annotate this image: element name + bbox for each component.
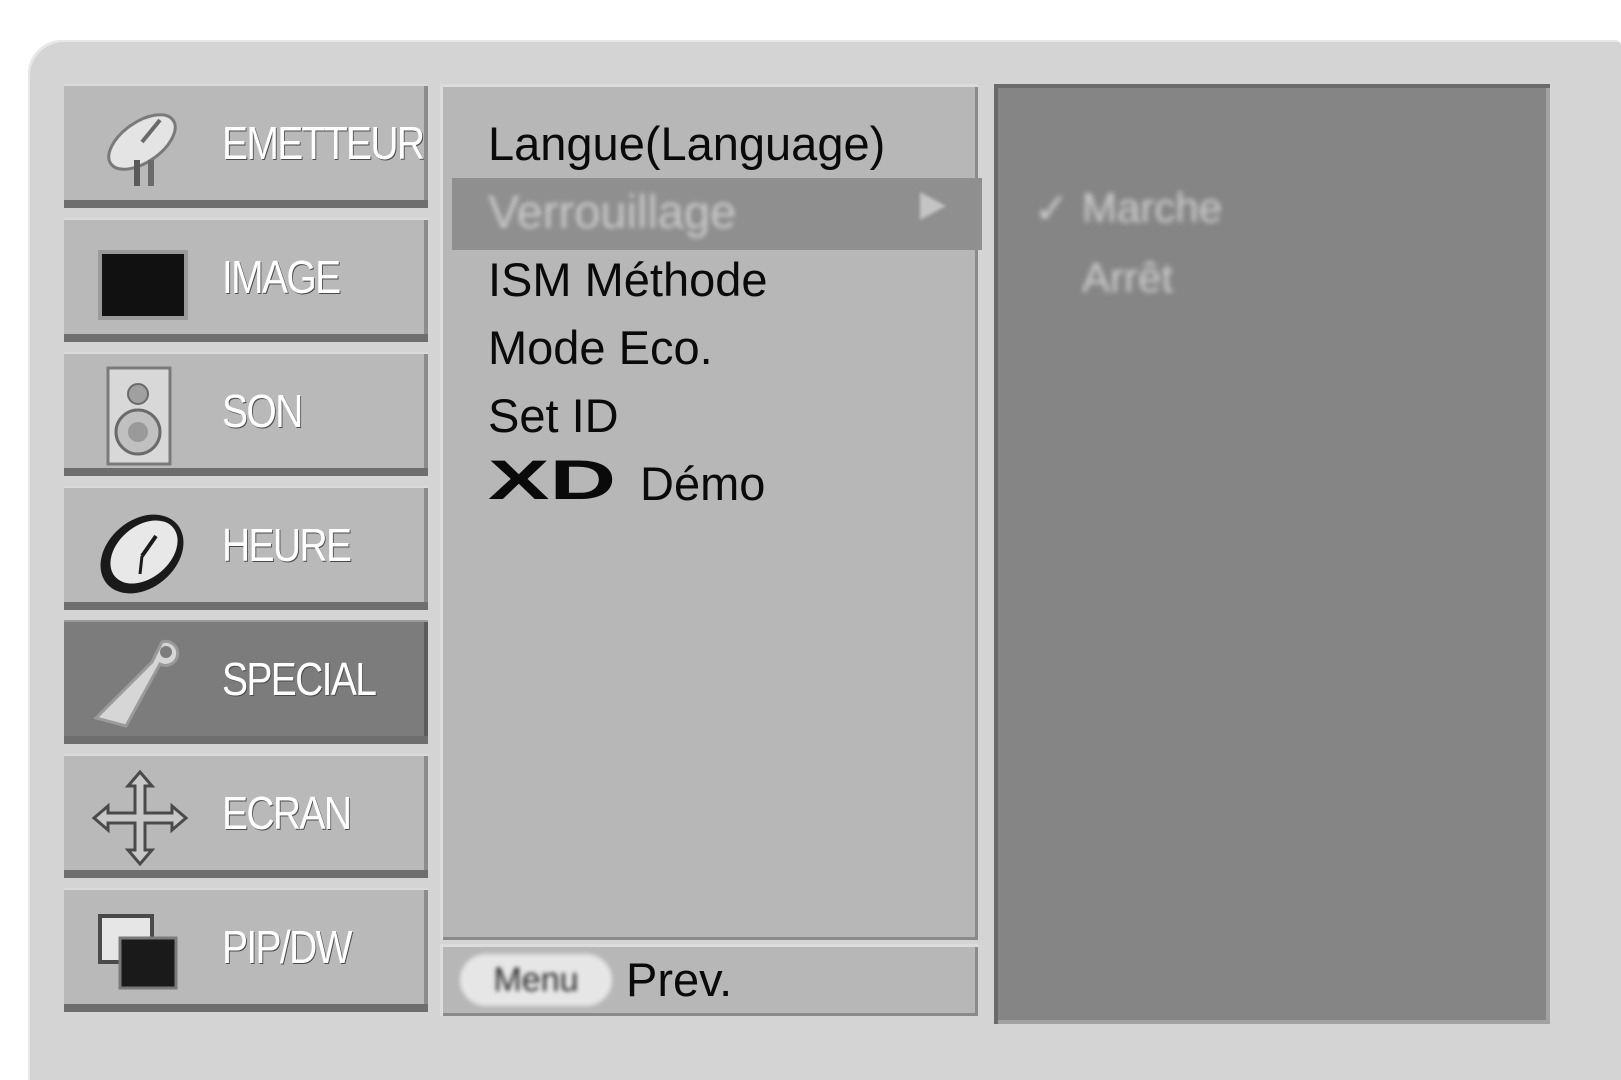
check-icon: ✓ [1034,185,1070,232]
category-item-son[interactable]: SON [64,352,428,476]
xd-logo-icon: XD [488,456,616,502]
pip-windows-icon [98,914,178,990]
category-label: SPECIAL [222,653,377,705]
tag-icon [93,639,180,728]
options-panel [994,84,1550,1024]
submenu-arrow-icon [920,192,946,220]
menu-item-demo[interactable]: Démo [640,456,765,511]
category-item-special[interactable]: SPECIAL [64,620,428,744]
option-arret[interactable]: Arrêt [1082,254,1173,302]
menu-item-mode-eco[interactable]: Mode Eco. [488,320,713,375]
category-item-emetteur[interactable]: EMETTEUR [64,84,428,208]
category-label: PIP/DW [222,921,353,973]
category-item-image[interactable]: IMAGE [64,218,428,342]
prev-label: Prev. [626,953,733,1006]
category-item-ecran[interactable]: ECRAN [64,754,428,878]
svg-text:XD: XD [488,456,616,502]
option-marche[interactable]: Marche [1082,184,1222,232]
clock-icon [100,514,184,594]
category-item-pipdw[interactable]: PIP/DW [64,888,428,1012]
tv-screen-icon [98,250,188,320]
move-arrows-icon [91,769,189,867]
menu-item-set-id[interactable]: Set ID [488,388,619,443]
category-label: SON [222,385,303,437]
menu-item-ism-methode[interactable]: ISM Méthode [488,252,768,307]
category-item-heure[interactable]: HEURE [64,486,428,610]
category-label: EMETTEUR [222,117,425,169]
category-label: ECRAN [222,787,352,839]
speaker-icon [106,366,172,466]
category-label: HEURE [222,519,352,571]
menu-item-langue[interactable]: Langue(Language) [488,116,885,171]
menu-key-button[interactable]: Menu [460,954,612,1006]
menu-item-verrouillage[interactable]: Verrouillage [488,184,736,239]
category-label: IMAGE [222,251,341,303]
satellite-dish-icon [107,113,177,186]
category-column: EMETTEUR IMAGE SON HEURE SPECIAL ECRAN P… [64,84,428,1046]
